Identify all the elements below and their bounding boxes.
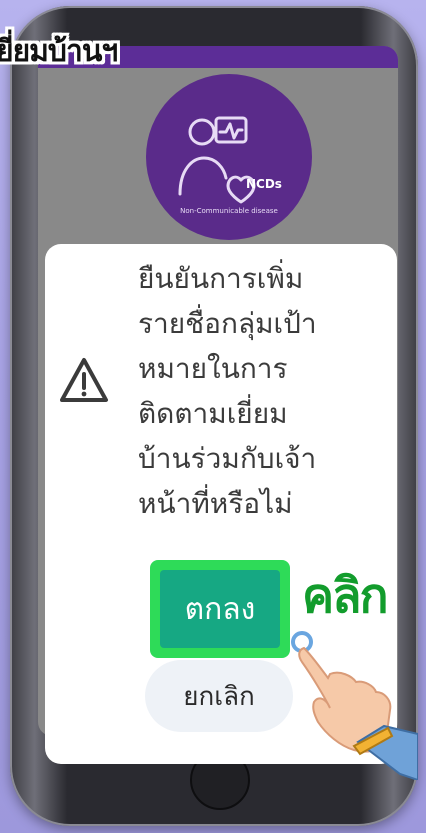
logo-text: NCDs xyxy=(246,177,282,191)
cancel-button[interactable]: ยกเลิก xyxy=(145,660,293,732)
dialog-message-line: หมายในการ xyxy=(138,352,288,385)
dialog-message: ยืนยันการเพิ่ม รายชื่อกลุ่มเป้า หมายในกา… xyxy=(138,256,388,526)
dialog-message-line: ติดตามเยี่ยม xyxy=(138,397,288,430)
click-instruction-label: คลิก xyxy=(302,568,389,624)
pointing-hand-icon xyxy=(291,631,418,780)
warning-triangle-icon xyxy=(60,358,108,402)
health-heart-icon xyxy=(178,116,256,204)
dialog-message-line: หน้าที่หรือไม่ xyxy=(138,487,293,520)
logo-subtext: Non-Communicable disease xyxy=(180,207,278,215)
dialog-message-line: บ้านร่วมกับเจ้า xyxy=(138,442,317,475)
dialog-message-line: รายชื่อกลุ่มเป้า xyxy=(138,307,317,340)
ncds-logo: NCDs Non-Communicable disease xyxy=(146,74,312,240)
tutorial-banner-title: ยี่ยมบ้านฯ xyxy=(0,34,118,69)
confirm-highlight: ตกลง xyxy=(150,560,290,658)
dialog-message-line: ยืนยันการเพิ่ม xyxy=(138,262,304,295)
confirm-button[interactable]: ตกลง xyxy=(160,570,280,648)
